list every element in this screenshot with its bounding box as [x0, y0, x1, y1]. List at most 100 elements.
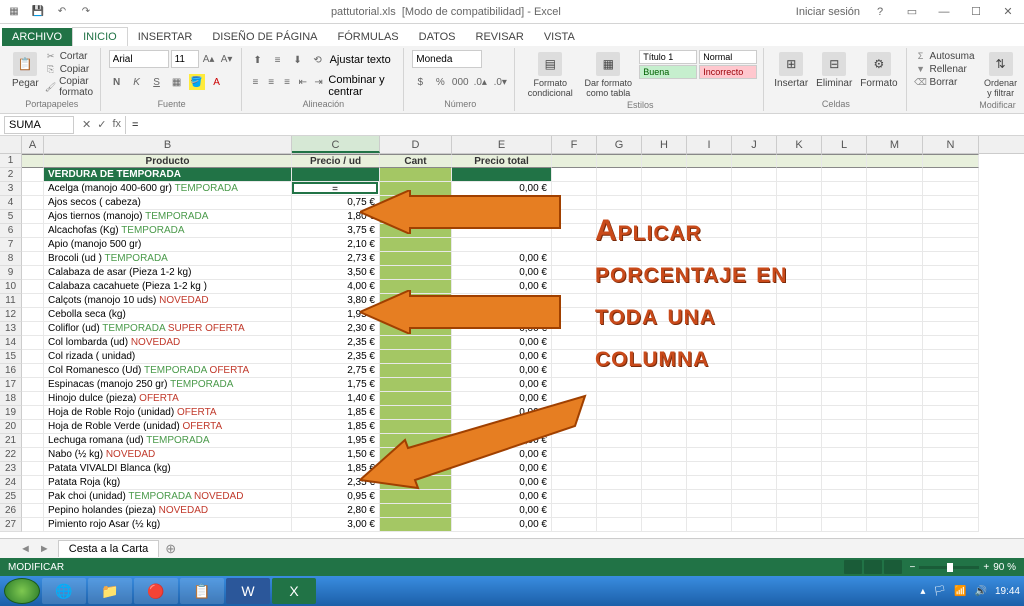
cell[interactable] — [822, 420, 867, 434]
tab-insertar[interactable]: INSERTAR — [128, 28, 203, 46]
cell[interactable] — [923, 434, 979, 448]
cell[interactable] — [867, 378, 923, 392]
cell[interactable]: Calçots (manojo 10 uds) NOVEDAD — [44, 294, 292, 308]
cell[interactable] — [777, 448, 822, 462]
cell[interactable] — [923, 462, 979, 476]
row-header[interactable]: 21 — [0, 434, 22, 448]
cell[interactable] — [22, 210, 44, 224]
grow-font-icon[interactable]: A▴ — [201, 51, 217, 67]
cell[interactable]: 2,35 € — [292, 336, 380, 350]
col-header-f[interactable]: F — [552, 136, 597, 153]
cell[interactable]: Precio / ud — [292, 154, 380, 168]
tab-formulas[interactable]: FÓRMULAS — [328, 28, 409, 46]
align-right-icon[interactable]: ≡ — [281, 74, 293, 90]
cell[interactable] — [822, 238, 867, 252]
name-box[interactable]: SUMA — [4, 116, 74, 134]
cell[interactable] — [867, 434, 923, 448]
cell[interactable] — [687, 462, 732, 476]
cell[interactable] — [22, 168, 44, 182]
cell[interactable] — [597, 476, 642, 490]
select-all-corner[interactable] — [0, 136, 22, 153]
cell[interactable] — [597, 518, 642, 532]
cell[interactable] — [552, 490, 597, 504]
row-header[interactable]: 2 — [0, 168, 22, 182]
cell[interactable] — [642, 392, 687, 406]
cell[interactable] — [923, 420, 979, 434]
cell[interactable] — [923, 448, 979, 462]
cell[interactable] — [22, 392, 44, 406]
cell[interactable]: Pepino holandes (pieza) NOVEDAD — [44, 504, 292, 518]
cell[interactable] — [777, 378, 822, 392]
format-cells-button[interactable]: ⚙Formato — [858, 50, 899, 91]
cell[interactable]: 0,00 € — [452, 518, 552, 532]
cell-styles-gallery[interactable]: Título 1 Normal Buena Incorrecto — [639, 50, 757, 79]
row-header[interactable]: 13 — [0, 322, 22, 336]
cell[interactable] — [867, 462, 923, 476]
inc-decimal-icon[interactable]: .0▴ — [472, 74, 488, 90]
cell[interactable] — [22, 224, 44, 238]
col-header-l[interactable]: L — [822, 136, 867, 153]
sheet-tab-active[interactable]: Cesta a la Carta — [58, 540, 159, 557]
cell[interactable] — [867, 364, 923, 378]
cell[interactable]: 2,35 € — [292, 350, 380, 364]
taskbar-word-icon[interactable]: W — [226, 578, 270, 604]
tab-datos[interactable]: DATOS — [409, 28, 466, 46]
tab-diseno[interactable]: DISEÑO DE PÁGINA — [202, 28, 327, 46]
sheet-nav-next-icon[interactable]: ► — [39, 543, 50, 555]
col-header-h[interactable]: H — [642, 136, 687, 153]
cell[interactable]: Coliflor (ud) TEMPORADA SUPER OFERTA — [44, 322, 292, 336]
row-header[interactable]: 4 — [0, 196, 22, 210]
cell[interactable] — [552, 518, 597, 532]
cell[interactable] — [22, 518, 44, 532]
row-header[interactable]: 15 — [0, 350, 22, 364]
view-pagebreak-icon[interactable] — [884, 560, 902, 574]
fill-button[interactable]: ▼Rellenar — [915, 63, 975, 75]
cell[interactable] — [22, 448, 44, 462]
cell[interactable] — [552, 154, 597, 168]
col-header-k[interactable]: K — [777, 136, 822, 153]
cell[interactable]: Calabaza cacahuete (Pieza 1-2 kg ) — [44, 280, 292, 294]
cell[interactable] — [867, 448, 923, 462]
fill-color-button[interactable]: 🪣 — [189, 74, 205, 90]
cell[interactable] — [22, 266, 44, 280]
tab-vista[interactable]: VISTA — [534, 28, 585, 46]
cell[interactable]: 0,00 € — [452, 350, 552, 364]
col-header-j[interactable]: J — [732, 136, 777, 153]
cell[interactable] — [380, 490, 452, 504]
cell[interactable] — [923, 350, 979, 364]
col-header-i[interactable]: I — [687, 136, 732, 153]
wrap-text-button[interactable]: Ajustar texto — [330, 52, 391, 68]
cell[interactable] — [777, 434, 822, 448]
cell[interactable] — [923, 476, 979, 490]
formula-input[interactable]: = — [125, 116, 1024, 134]
zoom-level[interactable]: 90 % — [993, 562, 1016, 573]
row-header[interactable]: 7 — [0, 238, 22, 252]
cell[interactable] — [642, 378, 687, 392]
cell[interactable] — [822, 378, 867, 392]
clear-button[interactable]: ⌫Borrar — [915, 76, 975, 88]
cell[interactable] — [923, 490, 979, 504]
tray-up-icon[interactable]: ▴ — [920, 586, 925, 597]
cell[interactable] — [380, 504, 452, 518]
cell[interactable] — [687, 378, 732, 392]
cell[interactable] — [822, 196, 867, 210]
cell[interactable] — [822, 448, 867, 462]
cell[interactable]: Hoja de Roble Rojo (unidad) OFERTA — [44, 406, 292, 420]
cell[interactable] — [22, 238, 44, 252]
cell[interactable]: 0,00 € — [452, 364, 552, 378]
cell[interactable] — [923, 308, 979, 322]
cell[interactable] — [597, 448, 642, 462]
close-icon[interactable]: ✕ — [996, 3, 1020, 21]
row-header[interactable]: 18 — [0, 392, 22, 406]
insert-cells-button[interactable]: ⊞Insertar — [772, 50, 810, 91]
dec-decimal-icon[interactable]: .0▾ — [492, 74, 508, 90]
col-header-d[interactable]: D — [380, 136, 452, 153]
sort-filter-button[interactable]: ⇅Ordenar y filtrar — [979, 50, 1023, 100]
delete-cells-button[interactable]: ⊟Eliminar — [814, 50, 854, 91]
cell[interactable] — [867, 266, 923, 280]
cell[interactable]: 2,80 € — [292, 504, 380, 518]
cell[interactable] — [642, 476, 687, 490]
cell[interactable] — [822, 504, 867, 518]
cell[interactable] — [22, 280, 44, 294]
cell[interactable] — [822, 224, 867, 238]
